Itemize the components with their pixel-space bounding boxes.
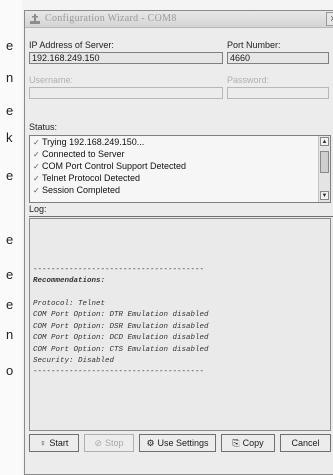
settings-icon: ⚙: [146, 437, 155, 448]
configuration-wizard-window: Configuration Wizard - COM8 x IP Address…: [24, 10, 333, 475]
log-line: Protocol: Telnet: [33, 300, 106, 308]
check-icon: ✓: [33, 138, 40, 147]
scroll-thumb[interactable]: [320, 151, 329, 173]
password-field[interactable]: [227, 87, 329, 99]
log-output[interactable]: -------------------------------------- R…: [29, 218, 331, 431]
fragment-char: e: [6, 232, 14, 247]
start-button[interactable]: ♀ Start: [29, 434, 79, 452]
background-document-fragment: e n e k e e e e n o: [0, 0, 22, 475]
status-item: ✓ COM Port Control Support Detected: [33, 161, 187, 171]
fragment-char: n: [6, 327, 14, 342]
log-label: Log:: [29, 204, 47, 214]
password-label: Password:: [227, 75, 270, 85]
check-icon: ✓: [33, 174, 40, 183]
status-item: ✓ Trying 192.168.249.150...: [33, 137, 145, 147]
log-line: COM Port Option: DTR Emulation disabled: [33, 311, 209, 319]
check-icon: ✓: [33, 162, 40, 171]
stop-icon: ⊘: [94, 437, 103, 448]
username-field[interactable]: [29, 87, 223, 99]
use-settings-button[interactable]: ⚙ Use Settings: [139, 434, 216, 452]
fragment-char: n: [6, 70, 14, 85]
fragment-char: e: [6, 168, 14, 183]
copy-icon: ⎘: [232, 437, 240, 448]
log-divider: [29, 216, 333, 217]
log-line: Security: Disabled: [33, 357, 115, 365]
ip-address-label: IP Address of Server:: [29, 40, 114, 50]
status-list[interactable]: ✓ Trying 192.168.249.150... ✓ Connected to…: [29, 135, 331, 203]
status-item: ✓ Session Completed: [33, 185, 121, 195]
stop-button[interactable]: ⊘ Stop: [84, 434, 134, 452]
cancel-button[interactable]: Cancel: [280, 434, 331, 452]
fragment-char: e: [6, 103, 14, 118]
check-icon: ✓: [33, 150, 40, 159]
scroll-up-icon[interactable]: ▲: [320, 137, 329, 146]
log-line: COM Port Option: DSR Emulation disabled: [33, 323, 209, 331]
username-label: Username:: [29, 75, 74, 85]
window-title: Configuration Wizard - COM8: [45, 13, 177, 24]
fragment-char: o: [6, 363, 14, 378]
port-number-label: Port Number:: [227, 40, 281, 50]
log-line: --------------------------------------: [33, 368, 205, 376]
log-line: COM Port Option: DCD Emulation disabled: [33, 334, 209, 342]
log-line: --------------------------------------: [33, 266, 205, 274]
close-icon[interactable]: x: [326, 12, 333, 26]
fragment-char: k: [6, 130, 13, 145]
log-line: Recommendations:: [33, 277, 106, 285]
status-scrollbar[interactable]: ▲ ▼: [318, 136, 330, 202]
fragment-char: e: [6, 297, 14, 312]
status-label: Status:: [29, 122, 58, 132]
copy-button[interactable]: ⎘ Copy: [221, 434, 275, 452]
lightbulb-icon: ♀: [39, 438, 47, 448]
port-number-field[interactable]: 4660: [227, 52, 329, 64]
title-bar[interactable]: Configuration Wizard - COM8 x: [25, 11, 333, 28]
status-item: ✓ Connected to Server: [33, 149, 125, 159]
check-icon: ✓: [33, 186, 40, 195]
log-line: COM Port Option: CTS Emulation disabled: [33, 346, 209, 354]
status-item: ✓ Telnet Protocol Detected: [33, 173, 141, 183]
wizard-icon: [30, 14, 40, 24]
scroll-down-icon[interactable]: ▼: [320, 191, 329, 200]
fragment-char: e: [6, 38, 14, 53]
fragment-char: e: [6, 267, 14, 282]
ip-address-field[interactable]: 192.168.249.150: [29, 52, 223, 64]
